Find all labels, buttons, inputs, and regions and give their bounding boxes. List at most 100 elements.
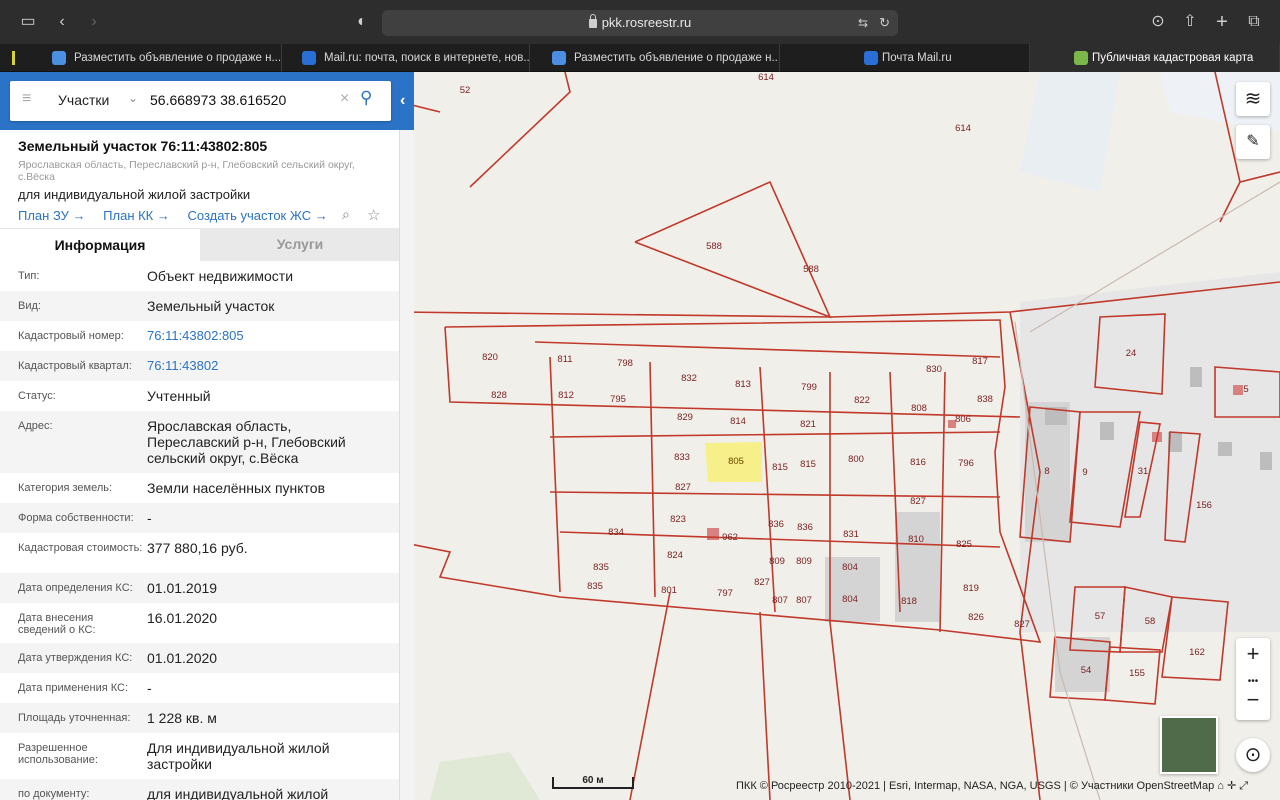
back-icon[interactable]: ‹ <box>52 12 72 32</box>
tab-4[interactable]: Почта Mail.ru <box>780 44 1030 72</box>
translate-icon[interactable]: ⇆ <box>858 10 868 36</box>
parcel-label[interactable]: 795 <box>610 394 626 405</box>
parcel-label[interactable]: 827 <box>910 496 926 507</box>
parcel-label[interactable]: 9 <box>1082 467 1087 478</box>
forward-icon[interactable]: › <box>84 12 104 32</box>
share-icon[interactable]: ⇧ <box>1180 12 1200 32</box>
field-value-link[interactable]: 76:11:43802:805 <box>147 328 387 344</box>
parcel-label[interactable]: 825 <box>956 539 972 550</box>
tab-3[interactable]: Разместить объявление о продаже н... <box>552 44 780 72</box>
parcel-label[interactable]: 5 <box>1243 384 1248 395</box>
locate-icon[interactable]: ✛ <box>1227 780 1236 792</box>
create-parcel-link[interactable]: Создать участок ЖС → <box>188 208 328 223</box>
parcel-label[interactable]: 819 <box>963 583 979 594</box>
privacy-shield-icon[interactable]: ◐ <box>352 12 372 32</box>
parcel-label[interactable]: 804 <box>842 562 858 573</box>
favorite-star-icon[interactable]: ☆ <box>367 206 380 224</box>
tab-overview-icon[interactable]: ⧉ <box>1244 12 1264 32</box>
new-tab-icon[interactable]: + <box>1212 12 1232 32</box>
parcel-label[interactable]: 832 <box>681 373 697 384</box>
zoom-to-parcel-icon[interactable]: ⌕ <box>342 206 350 223</box>
parcel-label[interactable]: 614 <box>955 123 971 134</box>
plan-zu-link[interactable]: План ЗУ → <box>18 208 86 223</box>
parcel-label[interactable]: 836 <box>768 519 784 530</box>
parcel-label[interactable]: 835 <box>587 581 603 592</box>
parcel-label[interactable]: 8 <box>1044 466 1049 477</box>
parcel-label[interactable]: 827 <box>1014 619 1030 630</box>
parcel-label[interactable]: 811 <box>557 354 572 365</box>
search-icon[interactable]: ⚲ <box>360 88 372 108</box>
address-bar[interactable]: pkk.rosreestr.ru ⇆ ↻ <box>382 10 898 36</box>
parcel-label[interactable]: 824 <box>667 550 683 561</box>
parcel-label[interactable]: 807 <box>796 595 812 606</box>
parcel-label[interactable]: 823 <box>670 514 686 525</box>
parcel-label[interactable]: 162 <box>1189 647 1205 658</box>
fullscreen-icon[interactable]: ⤢ <box>1239 780 1248 792</box>
tab-services[interactable]: Услуги <box>200 228 399 261</box>
parcel-label[interactable]: 798 <box>617 358 633 369</box>
parcel-label[interactable]: 797 <box>717 588 733 599</box>
parcel-label[interactable]: 809 <box>796 556 812 567</box>
ruler-button[interactable]: ✎ <box>1236 125 1270 159</box>
parcel-label[interactable]: 801 <box>661 585 677 596</box>
home-icon[interactable]: ⌂ <box>1217 780 1224 792</box>
parcel-label[interactable]: 833 <box>674 452 690 463</box>
basemap-thumbnail[interactable] <box>1160 716 1218 774</box>
zoom-in-button[interactable]: + <box>1236 643 1270 672</box>
parcel-label[interactable]: 820 <box>482 352 498 363</box>
parcel-label[interactable]: 826 <box>968 612 984 623</box>
compass-button[interactable]: ⊙ <box>1236 738 1270 772</box>
chevron-down-icon[interactable]: ⌄ <box>128 91 138 105</box>
field-value-link[interactable]: 76:11:43802 <box>147 358 387 374</box>
parcel-label[interactable]: 588 <box>706 241 722 252</box>
parcel-label[interactable]: 812 <box>558 390 574 401</box>
parcel-label[interactable]: 828 <box>491 390 507 401</box>
parcel-label[interactable]: 57 <box>1095 611 1106 622</box>
parcel-label[interactable]: 58 <box>1145 616 1156 627</box>
panel-scrollbar[interactable] <box>400 130 414 800</box>
parcel-label[interactable]: 799 <box>801 382 817 393</box>
layers-button[interactable]: ≋ <box>1236 82 1270 116</box>
parcel-label[interactable]: 816 <box>910 457 926 468</box>
parcel-label[interactable]: 155 <box>1129 668 1145 679</box>
parcel-label[interactable]: 24 <box>1126 348 1137 359</box>
tab-5[interactable]: Публичная кадастровая карта <box>1030 44 1280 72</box>
parcel-label[interactable]: 156 <box>1196 500 1212 511</box>
parcel-label[interactable]: 827 <box>675 482 691 493</box>
parcel-label[interactable]: 52 <box>460 85 471 96</box>
parcel-label[interactable]: 807 <box>772 595 788 606</box>
parcel-label[interactable]: 815 <box>772 462 788 473</box>
search-input[interactable]: 56.668973 38.616520 <box>150 92 286 108</box>
parcel-label[interactable]: 817 <box>972 356 988 367</box>
parcel-label[interactable]: 814 <box>730 416 746 427</box>
parcel-label[interactable]: 818 <box>901 596 917 607</box>
parcel-label[interactable]: 830 <box>926 364 942 375</box>
menu-icon[interactable]: ≡ <box>22 90 31 108</box>
parcel-label[interactable]: 831 <box>843 529 859 540</box>
parcel-label[interactable]: 836 <box>797 522 813 533</box>
parcel-label[interactable]: 815 <box>800 459 816 470</box>
parcel-label[interactable]: 813 <box>735 379 751 390</box>
parcel-label[interactable]: 834 <box>608 527 624 538</box>
parcel-label[interactable]: 827 <box>754 577 770 588</box>
zoom-out-button[interactable]: − <box>1236 689 1270 718</box>
parcel-label[interactable]: 810 <box>908 534 924 545</box>
parcel-label[interactable]: 54 <box>1081 665 1092 676</box>
tab-2[interactable]: Mail.ru: почта, поиск в интернете, нов..… <box>302 44 530 72</box>
parcel-label[interactable]: 808 <box>911 403 927 414</box>
parcel-label[interactable]: 806 <box>955 414 971 425</box>
parcel-label[interactable]: 796 <box>958 458 974 469</box>
parcel-label[interactable]: 835 <box>593 562 609 573</box>
parcel-label[interactable]: 800 <box>848 454 864 465</box>
parcel-label[interactable]: 809 <box>769 556 785 567</box>
cadastral-map[interactable]: 614 52 614 588 588 820 811 798 832 813 799 817 830 83… <box>400 72 1280 800</box>
parcel-label[interactable]: 838 <box>977 394 993 405</box>
tab-information[interactable]: Информация <box>0 228 200 261</box>
collapse-panel-icon[interactable]: ‹ <box>400 92 405 110</box>
parcel-label[interactable]: 588 <box>803 264 819 275</box>
parcel-label[interactable]: 822 <box>854 395 870 406</box>
plan-kk-link[interactable]: План КК → <box>103 208 170 223</box>
parcel-label[interactable]: 821 <box>800 419 816 430</box>
clear-icon[interactable]: × <box>340 90 349 108</box>
parcel-label[interactable]: 31 <box>1138 466 1149 477</box>
